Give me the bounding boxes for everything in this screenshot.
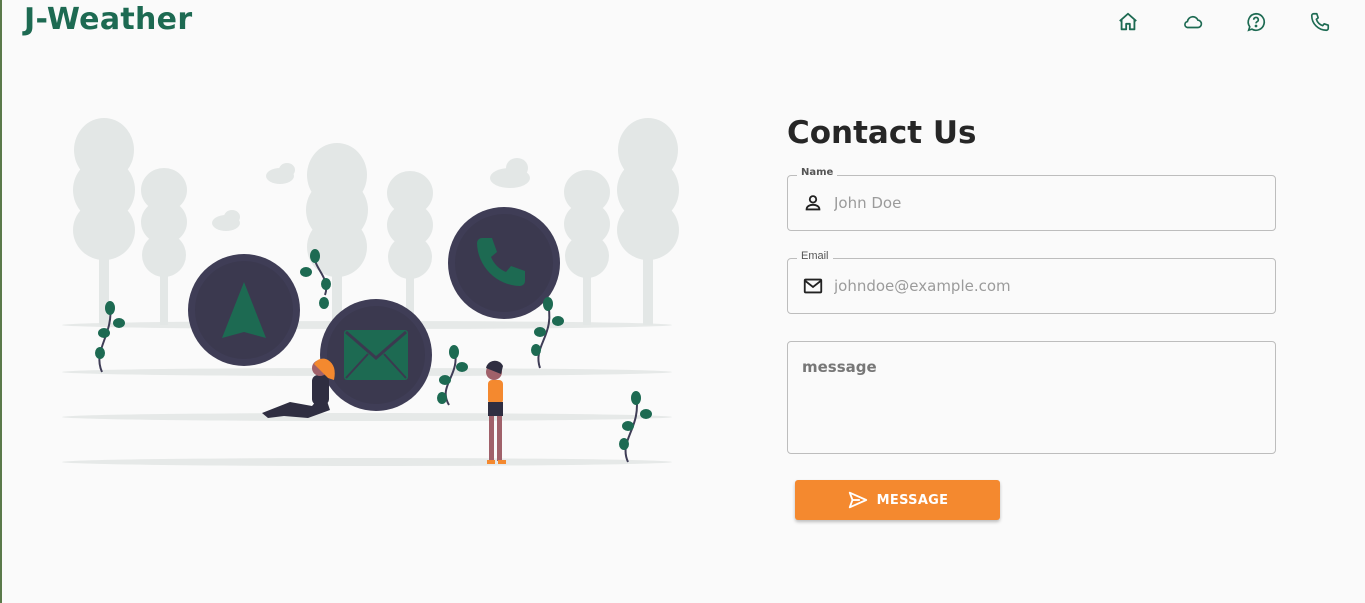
email-label: Email bbox=[797, 250, 833, 262]
send-message-button[interactable]: MESSAGE bbox=[795, 480, 1000, 520]
name-field[interactable]: Name bbox=[787, 167, 1276, 231]
nav-contact-button[interactable] bbox=[1288, 8, 1352, 36]
email-field[interactable]: Email bbox=[787, 250, 1276, 314]
app-logo-title[interactable]: J-Weather bbox=[24, 2, 192, 37]
contact-illustration bbox=[62, 118, 679, 466]
name-input[interactable] bbox=[834, 194, 1254, 212]
nav-home-button[interactable] bbox=[1096, 8, 1160, 36]
mail-icon bbox=[803, 278, 823, 294]
email-input[interactable] bbox=[834, 277, 1254, 295]
send-button-label: MESSAGE bbox=[876, 492, 949, 508]
message-input[interactable] bbox=[802, 358, 1262, 438]
top-nav bbox=[1096, 8, 1352, 36]
phone-icon bbox=[1310, 12, 1330, 32]
nav-help-button[interactable] bbox=[1224, 8, 1288, 36]
send-icon bbox=[848, 491, 867, 509]
help-icon bbox=[1247, 12, 1266, 32]
contact-form: Contact Us Name Email MESSAGE bbox=[787, 115, 1276, 520]
message-field[interactable] bbox=[787, 341, 1276, 454]
name-label: Name bbox=[797, 167, 838, 178]
nav-weather-button[interactable] bbox=[1160, 8, 1224, 36]
person-icon bbox=[805, 195, 821, 211]
home-icon bbox=[1119, 12, 1137, 31]
cloud-icon bbox=[1184, 15, 1203, 29]
page-title: Contact Us bbox=[787, 115, 977, 151]
